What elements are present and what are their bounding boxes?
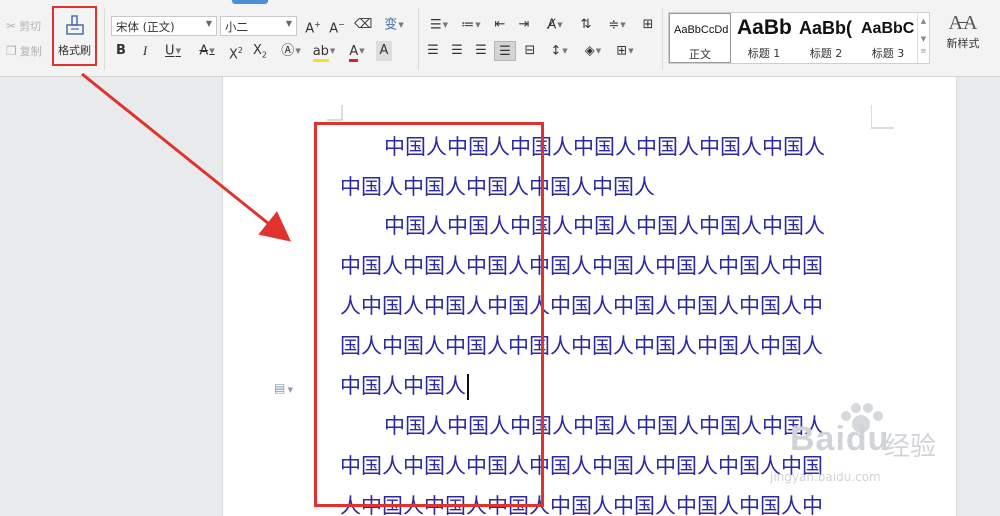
watermark-brand: Baidu (790, 420, 890, 458)
watermark: Baidu 经验 jingyan.baidu.com (760, 402, 990, 512)
watermark-brand-cn: 经验 (884, 432, 937, 462)
watermark-url: jingyan.baidu.com (770, 470, 881, 484)
